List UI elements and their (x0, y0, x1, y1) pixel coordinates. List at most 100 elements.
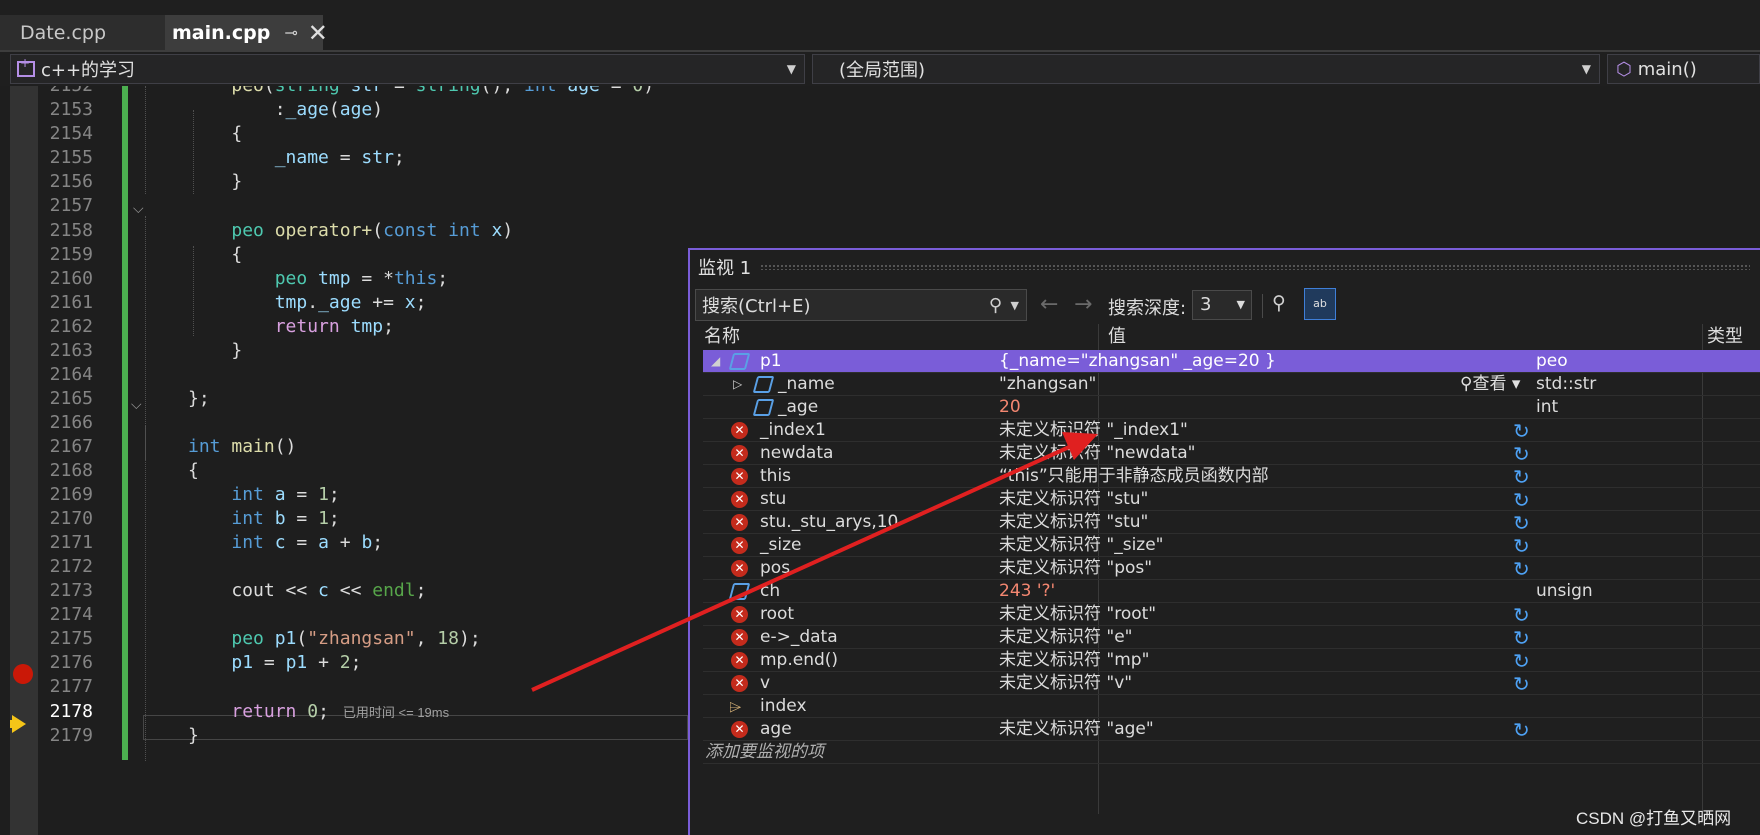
refresh-icon[interactable]: ↻ (1513, 512, 1530, 535)
close-icon[interactable]: ✕ (308, 19, 328, 47)
column-header-value[interactable]: 值 (1108, 324, 1126, 350)
expand-icon[interactable]: ▷ (733, 373, 742, 396)
refresh-icon[interactable]: ↻ (1513, 719, 1530, 742)
watch-value[interactable]: 未定义标识符 "stu" (999, 488, 1148, 511)
watch-row[interactable]: ✕ this “this”只能用于非静态成员函数内部 ↻ (703, 465, 1760, 489)
watch-row[interactable]: ✕ pos 未定义标识符 "pos" ↻ (703, 557, 1760, 581)
field-icon (752, 399, 775, 416)
watch-row[interactable]: ch 243 '?' unsign (703, 580, 1760, 603)
navigation-bar: c++的学习 ▼ (全局范围) ▼ ⬡ main() (0, 52, 1760, 86)
breakpoint-icon[interactable] (13, 664, 33, 684)
watch-row[interactable]: ✕ mp.end() 未定义标识符 "mp" ↻ (703, 649, 1760, 673)
refresh-icon[interactable]: ↻ (1513, 558, 1530, 581)
watch-value[interactable]: "zhangsan" (999, 373, 1096, 396)
code-line: 2168{ (49, 460, 199, 481)
watch-value[interactable]: {_name="zhangsan" _age=20 } (999, 350, 1276, 373)
view-visualizer-button[interactable]: ⚲查看 ▾ (1460, 373, 1520, 396)
collapse-icon[interactable]: ◢ (711, 350, 720, 373)
watch-name: _index1 (760, 420, 826, 440)
watch-value[interactable]: 20 (999, 396, 1021, 419)
watch-row[interactable]: ✕ _index1 未定义标识符 "_index1" ↻ (703, 419, 1760, 443)
column-header-type[interactable]: 类型 (1707, 324, 1743, 350)
expand-string-toggle-icon[interactable]: ab (1304, 288, 1336, 320)
refresh-icon[interactable]: ↻ (1513, 627, 1530, 650)
code-line: 2158 peo operator+(const int x) (49, 220, 514, 241)
watch-name: _name (778, 374, 835, 394)
watch-type: int (1536, 397, 1559, 417)
code-line: 2166 (49, 412, 93, 433)
watch-value[interactable]: 未定义标识符 "age" (999, 718, 1154, 741)
project-dropdown[interactable]: c++的学习 ▼ (10, 54, 805, 84)
pin-filter-icon[interactable]: ⚲ (1272, 292, 1286, 314)
watch-header: 名称 值 类型 (690, 324, 1760, 350)
code-line: 2159 { (49, 244, 243, 265)
refresh-icon[interactable]: ↻ (1513, 650, 1530, 673)
search-next-icon[interactable]: → (1074, 292, 1092, 317)
instruction-pointer-icon (12, 715, 26, 733)
refresh-icon[interactable]: ↻ (1513, 420, 1530, 443)
watch-search-input[interactable]: 搜索(Ctrl+E) ⚲ ▼ (695, 289, 1027, 321)
refresh-icon[interactable]: ↻ (1513, 443, 1530, 466)
drag-grip[interactable] (760, 264, 1750, 270)
watch-name: newdata (760, 443, 834, 463)
watch-row[interactable]: ✕ stu._stu_arys,10 未定义标识符 "stu" ↻ (703, 511, 1760, 535)
scope-dropdown[interactable]: (全局范围) ▼ (812, 54, 1600, 84)
watch-value[interactable]: 未定义标识符 "newdata" (999, 442, 1195, 465)
watch-value[interactable]: 未定义标识符 "e" (999, 626, 1133, 649)
field-icon (752, 376, 775, 393)
watch-row[interactable]: ✕ v 未定义标识符 "v" ↻ (703, 672, 1760, 696)
error-icon: ✕ (731, 560, 748, 577)
watch-value[interactable]: 未定义标识符 "_index1" (999, 419, 1188, 442)
search-previous-icon[interactable]: ← (1040, 292, 1058, 317)
watch-row[interactable]: ◢ p1 {_name="zhangsan" _age=20 } peo (703, 350, 1760, 373)
chevron-down-icon[interactable]: ▼ (1011, 299, 1019, 312)
watch-value[interactable]: 未定义标识符 "_size" (999, 534, 1164, 557)
tab-date-cpp[interactable]: Date.cpp (0, 15, 165, 50)
error-icon: ✕ (731, 445, 748, 462)
watch-value[interactable]: “this”只能用于非静态成员函数内部 (999, 465, 1269, 488)
watch-row[interactable]: ✕ stu 未定义标识符 "stu" ↻ (703, 488, 1760, 512)
method-cube-icon: ⬡ (1616, 58, 1632, 80)
watch-name: _size (760, 535, 802, 555)
refresh-icon[interactable]: ↻ (1513, 466, 1530, 489)
watch-row[interactable]: ✕ newdata 未定义标识符 "newdata" ↻ (703, 442, 1760, 466)
watch-name: this (760, 466, 792, 486)
watch-name: index (760, 696, 807, 716)
code-line: 2154 { (49, 123, 243, 144)
search-icon[interactable]: ⚲ (989, 295, 1002, 316)
refresh-icon[interactable]: ↻ (1513, 673, 1530, 696)
add-watch-row[interactable]: 添加要监视的项 (703, 741, 1760, 764)
watch-row[interactable]: ✕ age 未定义标识符 "age" ↻ (703, 718, 1760, 742)
function-dropdown[interactable]: ⬡ main() (1607, 54, 1760, 84)
pin-tab-icon[interactable]: ⊸ (284, 23, 297, 42)
watch-value[interactable]: 243 '?' (999, 580, 1055, 603)
watch-row[interactable]: ✕ e->_data 未定义标识符 "e" ↻ (703, 626, 1760, 650)
watch-row[interactable]: ⌲ index (703, 695, 1760, 718)
watch-name: e->_data (760, 627, 838, 647)
error-icon: ✕ (731, 721, 748, 738)
column-header-name[interactable]: 名称 (704, 324, 740, 350)
search-depth-select[interactable]: 3 ▼ (1192, 290, 1252, 320)
tab-main-cpp[interactable]: main.cpp ⊸ ✕ (165, 15, 328, 50)
code-line: 2161 tmp._age += x; (49, 292, 427, 313)
code-line: 2171 int c = a + b; (49, 532, 384, 553)
watch-row[interactable]: _age 20 int (703, 396, 1760, 419)
watch-row[interactable]: ▷ _name "zhangsan" ⚲查看 ▾ std::str (703, 373, 1760, 396)
chevron-down-icon: ▼ (1581, 62, 1591, 76)
watch-row[interactable]: ✕ root 未定义标识符 "root" ↻ (703, 603, 1760, 627)
watch-window[interactable]: 监视 1 搜索(Ctrl+E) ⚲ ▼ ← → 搜索深度: 3 ▼ ⚲ ab 名… (688, 248, 1760, 835)
watch-value[interactable]: 未定义标识符 "root" (999, 603, 1156, 626)
watch-value[interactable]: 未定义标识符 "pos" (999, 557, 1152, 580)
refresh-icon[interactable]: ↻ (1513, 489, 1530, 512)
watch-type: peo (1536, 351, 1568, 371)
watch-value[interactable]: 未定义标识符 "stu" (999, 511, 1148, 534)
add-watch-placeholder[interactable]: 添加要监视的项 (705, 741, 824, 764)
watch-value[interactable]: 未定义标识符 "mp" (999, 649, 1149, 672)
refresh-icon[interactable]: ↻ (1513, 604, 1530, 627)
watch-row[interactable]: ✕ _size 未定义标识符 "_size" ↻ (703, 534, 1760, 558)
watch-value[interactable]: 未定义标识符 "v" (999, 672, 1132, 695)
refresh-icon[interactable]: ↻ (1513, 535, 1530, 558)
error-icon: ✕ (731, 606, 748, 623)
search-icon: ⚲ (1460, 374, 1473, 394)
elapsed-time-hint[interactable]: 已用时间 <= 19ms (343, 705, 449, 720)
